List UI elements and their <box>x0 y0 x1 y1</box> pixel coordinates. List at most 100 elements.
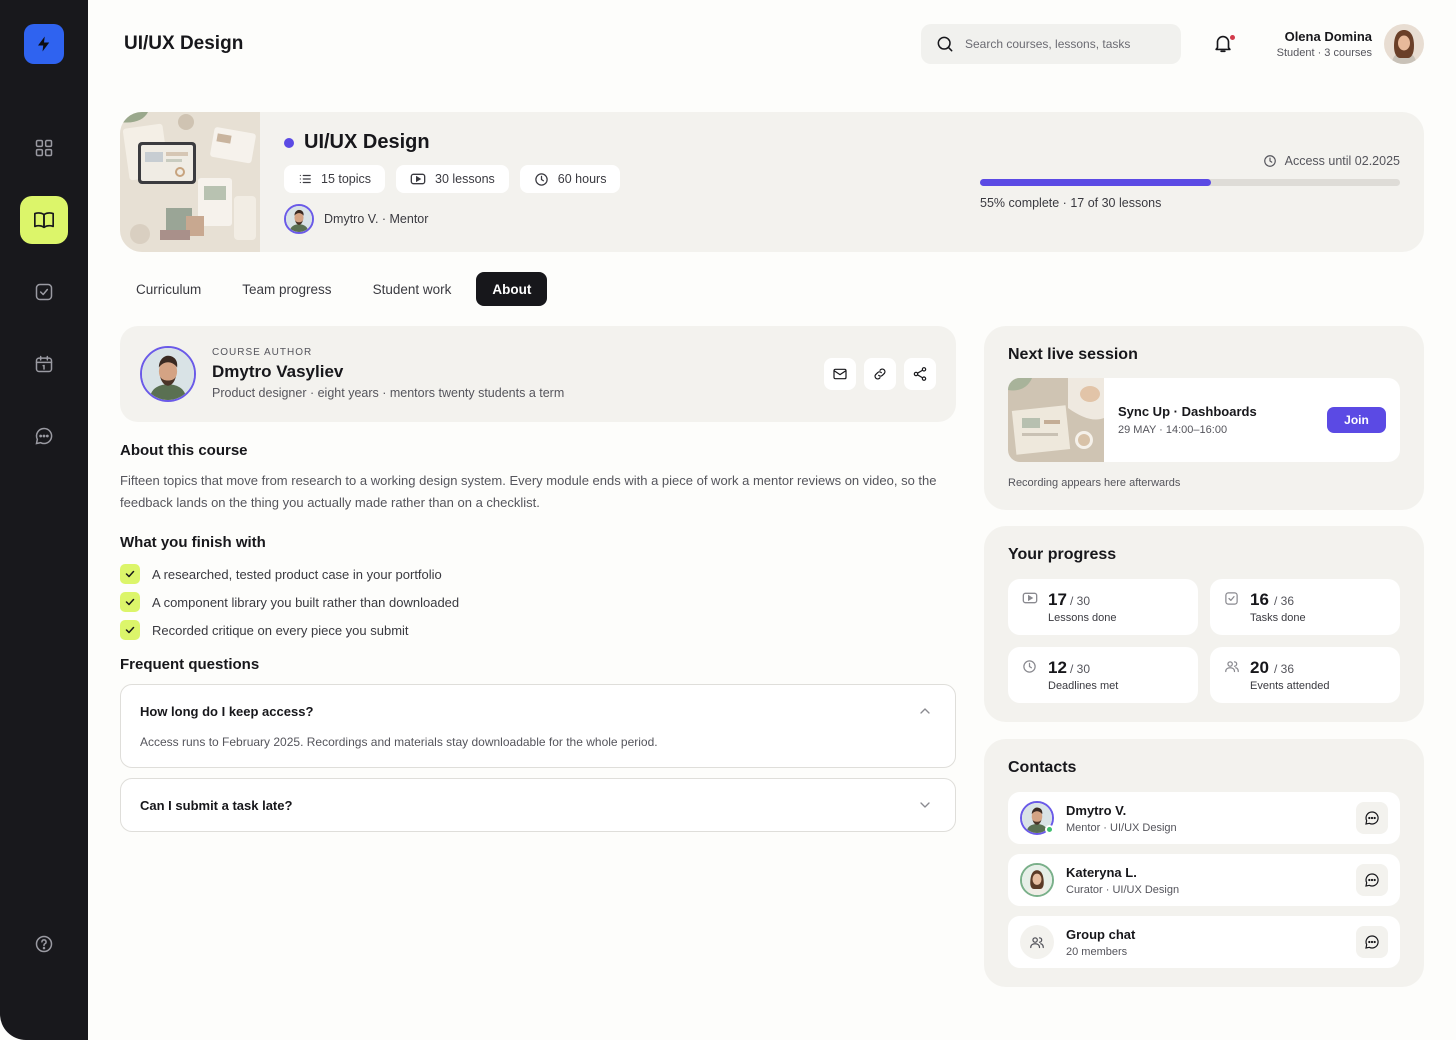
contacts-heading: Contacts <box>1008 759 1077 776</box>
check-icon <box>120 592 140 612</box>
finish-list: A researched, tested product case in you… <box>120 560 459 644</box>
faq-heading: Frequent questions <box>120 656 260 673</box>
contacts-panel: Contacts Dmytro V. Mentor · UI/UX Design… <box>984 739 1424 987</box>
contact-role: Mentor · UI/UX Design <box>1066 822 1177 834</box>
access-text: Access until 02.2025 <box>1284 154 1400 168</box>
search-box[interactable] <box>921 24 1181 64</box>
join-button[interactable]: Join <box>1327 407 1386 433</box>
checkbox-icon <box>1225 592 1238 605</box>
list-item: A component library you built rather tha… <box>120 588 459 616</box>
author-avatar <box>140 346 196 402</box>
your-progress-panel: Your progress 17 / 30 Lessons done 16 / … <box>984 526 1424 722</box>
progress-heading: Your progress <box>1008 546 1117 563</box>
book-icon <box>34 212 54 229</box>
video-icon <box>1022 592 1038 604</box>
faq-question: How long do I keep access? <box>140 704 314 719</box>
stat-total: / 30 <box>1070 662 1091 676</box>
stat-total: / 30 <box>1070 594 1091 608</box>
stat-lessons: 17 / 30 Lessons done <box>1008 579 1198 635</box>
about-body: Fifteen topics that move from research t… <box>120 473 937 510</box>
stat-total: / 36 <box>1274 662 1295 676</box>
user-subtitle: Student · 3 courses <box>1276 47 1372 59</box>
stat-label: Deadlines met <box>1048 680 1119 692</box>
mentor-line[interactable]: Dmytro V. · Mentor <box>284 204 428 234</box>
email-button[interactable] <box>824 358 856 390</box>
search-input[interactable] <box>965 37 1165 51</box>
help-icon <box>35 935 53 953</box>
session-note: Recording appears here afterwards <box>1008 477 1181 489</box>
faq-question: Can I submit a task late? <box>140 798 293 813</box>
user-avatar[interactable] <box>1384 24 1424 64</box>
contact-name: Group chat <box>1066 927 1136 942</box>
nav-messages[interactable] <box>20 412 68 460</box>
course-tabs: Curriculum Team progress Student work Ab… <box>120 272 556 306</box>
hours-count: 60 hours <box>557 172 607 186</box>
share-icon <box>913 367 927 381</box>
finish-heading: What you finish with <box>120 534 266 551</box>
list-icon <box>299 174 311 184</box>
stat-label: Lessons done <box>1048 612 1117 624</box>
message-button[interactable] <box>1356 802 1388 834</box>
faq-item-collapsed[interactable]: Can I submit a task late? <box>120 778 956 832</box>
hours-chip: 60 hours <box>519 165 621 193</box>
nav-calendar[interactable] <box>20 340 68 388</box>
message-button[interactable] <box>1356 864 1388 896</box>
finish-item-text: Recorded critique on every piece you sub… <box>152 622 409 638</box>
finish-item-text: A researched, tested product case in you… <box>152 566 442 582</box>
sidebar <box>0 0 88 1040</box>
people-icon <box>1030 936 1044 948</box>
stat-deadlines: 12 / 30 Deadlines met <box>1008 647 1198 703</box>
share-button[interactable] <box>904 358 936 390</box>
nav-courses[interactable] <box>20 196 68 244</box>
finish-item-text: A component library you built rather tha… <box>152 594 460 610</box>
topics-count: 15 topics <box>321 172 372 186</box>
course-meta: 15 topics 30 lessons 60 hours <box>284 165 621 193</box>
author-name: Dmytro Vasyliev <box>212 362 344 381</box>
author-description: Product designer · eight years · mentors… <box>212 386 565 400</box>
tab-curriculum[interactable]: Curriculum <box>120 272 217 306</box>
clock-icon <box>1263 155 1276 167</box>
author-kicker: COURSE AUTHOR <box>212 347 313 358</box>
tab-team-progress[interactable]: Team progress <box>226 272 347 306</box>
tab-about[interactable]: About <box>476 272 548 306</box>
faq-item-expanded[interactable]: How long do I keep access? Access runs t… <box>120 684 956 768</box>
online-indicator <box>1045 825 1054 834</box>
contact-item[interactable]: Group chat 20 members <box>1008 916 1400 968</box>
contact-item[interactable]: Kateryna L. Curator · UI/UX Design <box>1008 854 1400 906</box>
chat-icon <box>1365 935 1379 949</box>
calendar-icon <box>35 355 53 373</box>
nav-dashboard[interactable] <box>20 124 68 172</box>
chevron-down-icon <box>920 802 930 808</box>
course-title: UI/UX Design <box>284 131 430 154</box>
stat-label: Tasks done <box>1250 612 1306 624</box>
session-card[interactable]: Sync Up · Dashboards 29 MAY · 14:00–16:0… <box>1008 378 1400 462</box>
stat-events: 20 / 36 Events attended <box>1210 647 1400 703</box>
contact-item[interactable]: Dmytro V. Mentor · UI/UX Design <box>1008 792 1400 844</box>
session-name: Sync Up · Dashboards <box>1118 404 1257 419</box>
course-progress-bar <box>980 179 1400 186</box>
author-card: COURSE AUTHOR Dmytro Vasyliev Product de… <box>120 326 956 422</box>
mentor-name: Dmytro V. · Mentor <box>324 212 429 226</box>
message-button[interactable] <box>1356 926 1388 958</box>
clock-icon <box>535 172 548 186</box>
course-progress-text: 55% complete · 17 of 30 lessons <box>980 196 1162 210</box>
tab-student-work[interactable]: Student work <box>357 272 468 306</box>
session-time: 29 MAY · 14:00–16:00 <box>1118 424 1228 436</box>
next-session-panel: Next live session Sync Up · Dashboards 2… <box>984 326 1424 510</box>
course-title-text: UI/UX Design <box>304 131 430 153</box>
nav-help[interactable] <box>20 920 68 968</box>
chat-icon <box>1365 811 1379 825</box>
chevron-up-icon <box>920 708 930 714</box>
logo[interactable] <box>24 24 64 64</box>
link-button[interactable] <box>864 358 896 390</box>
list-item: A researched, tested product case in you… <box>120 560 459 588</box>
stat-value: 20 <box>1250 658 1269 677</box>
clock-icon <box>1023 660 1036 673</box>
stat-value: 12 <box>1048 658 1067 677</box>
notifications-button[interactable] <box>1212 32 1238 56</box>
faq-answer: Access runs to February 2025. Recordings… <box>140 735 658 749</box>
contact-name: Dmytro V. <box>1066 803 1127 818</box>
nav-tasks[interactable] <box>20 268 68 316</box>
search-icon <box>937 36 953 52</box>
lessons-chip: 30 lessons <box>396 165 509 193</box>
